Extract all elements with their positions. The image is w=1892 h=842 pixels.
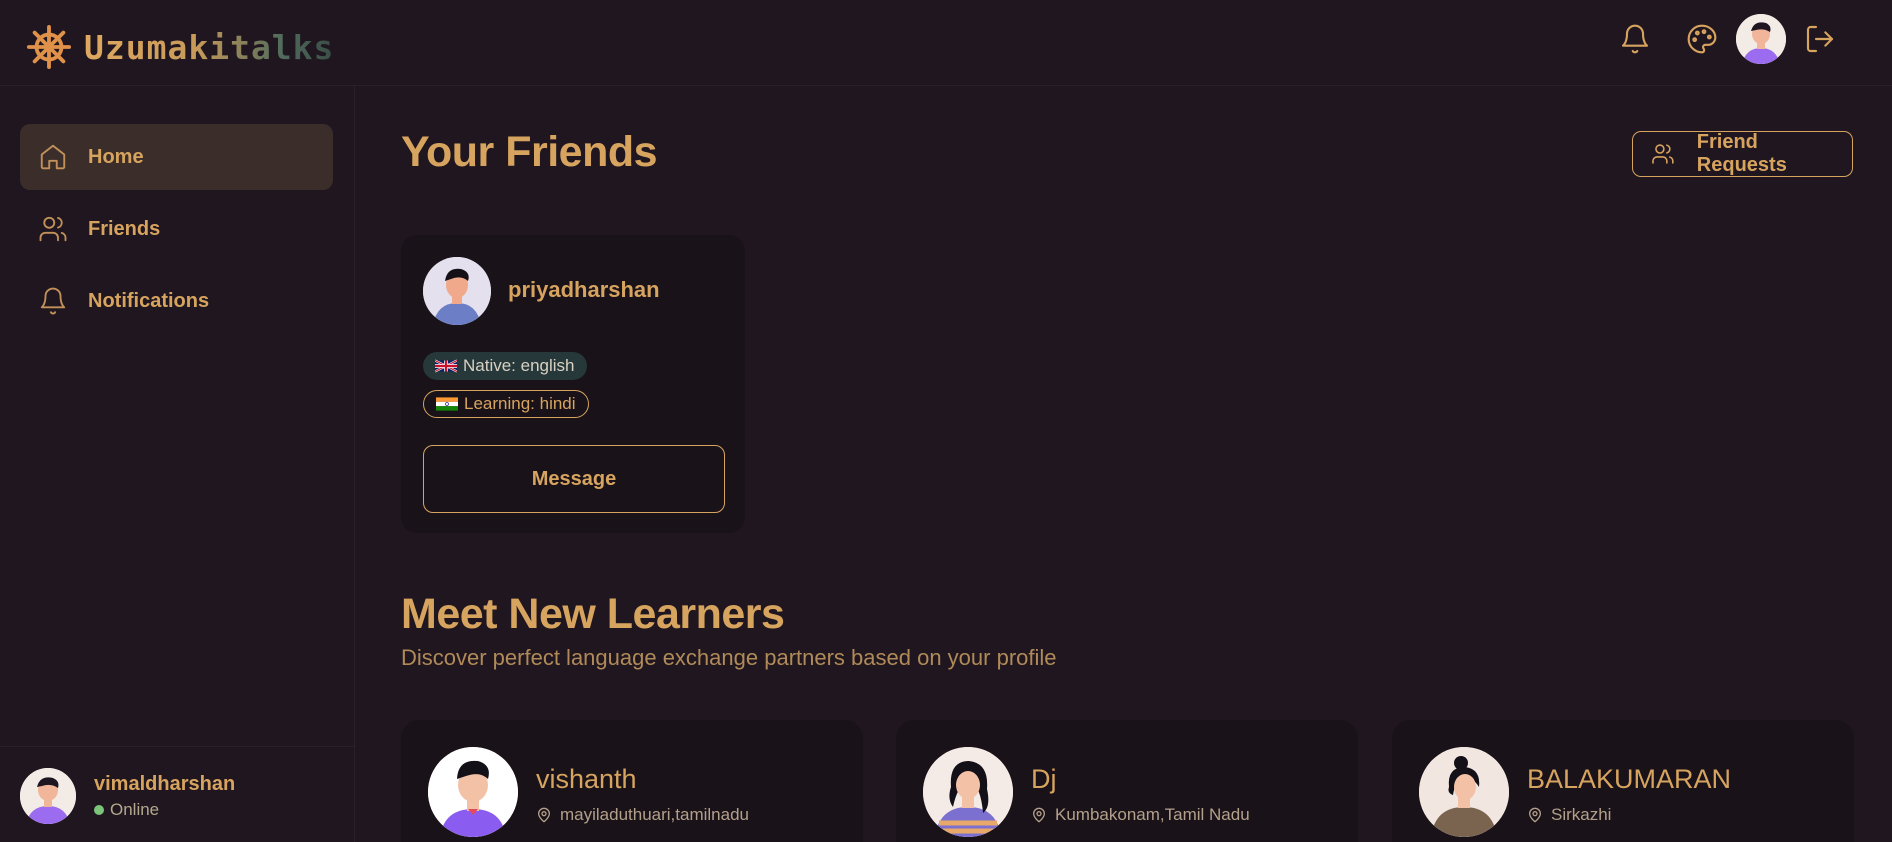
map-pin-icon [1529,807,1541,823]
users-icon [1652,144,1674,164]
user-name: vimaldharshan [94,772,236,795]
learners-title: Meet New Learners [401,590,785,638]
ship-wheel-icon [26,24,72,70]
logout-button[interactable] [1795,14,1845,64]
users-icon [39,216,67,242]
friend-requests-label: Friend Requests [1696,131,1787,176]
learner-card: BALAKUMARAN Sirkazhi [1392,720,1854,842]
avatar [20,768,76,824]
brand-name: Uzumakitalks [84,27,335,67]
learner-location: Sirkazhi [1527,805,1611,825]
brand[interactable]: Uzumakitalks [26,24,334,70]
bell-icon [40,287,66,315]
learners-subtitle: Discover perfect language exchange partn… [401,645,1057,670]
logout-icon [1806,25,1834,53]
bell-icon [1621,24,1649,54]
divider [0,746,355,747]
location-text: mayiladuthuari,tamilnadu [560,805,749,824]
map-pin-icon [1033,807,1045,823]
sidebar-item-label: Home [88,145,144,168]
top-bar: Uzumakitalks [0,0,1892,86]
sidebar-item-home[interactable]: Home [20,124,333,190]
online-indicator [94,804,104,815]
sidebar-item-label: Notifications [88,289,210,312]
current-user[interactable]: vimaldharshan Online [20,768,235,824]
palette-icon [1687,24,1717,54]
india-flag-icon [436,397,458,411]
learner-name: BALAKUMARAN [1527,764,1732,794]
user-status: Online [94,800,235,820]
learner-name: Dj [1031,764,1057,794]
avatar [423,257,491,325]
sidebar: Home Friends Notifications vimaldharshan… [0,86,355,842]
message-button[interactable]: Message [423,445,725,513]
map-pin-icon [538,807,550,823]
uk-flag-icon [435,359,457,373]
avatar[interactable] [1736,14,1786,64]
sidebar-item-label: Friends [88,217,161,240]
learner-card: Dj Kumbakonam,Tamil Nadu [896,720,1358,842]
home-icon [40,144,66,170]
notifications-bell-button[interactable] [1610,14,1660,64]
avatar [428,747,518,837]
location-text: Sirkazhi [1551,805,1612,824]
friend-name: priyadharshan [508,277,660,302]
sidebar-item-friends[interactable]: Friends [20,196,333,262]
friend-requests-button[interactable]: Friend Requests [1632,131,1853,177]
friends-title: Your Friends [401,128,658,176]
learner-card: vishanth mayiladuthuari,tamilnadu [401,720,863,842]
friend-card: priyadharshan Native: english Learning: … [401,235,745,533]
learner-location: mayiladuthuari,tamilnadu [536,805,749,825]
avatar [923,747,1013,837]
location-text: Kumbakonam,Tamil Nadu [1055,805,1250,824]
native-language-text: Native: english [463,356,575,375]
learner-location: Kumbakonam,Tamil Nadu [1031,805,1250,825]
avatar [1419,747,1509,837]
status-text: Online [110,799,160,819]
learning-language-text: Learning: hindi [464,394,576,413]
learner-name: vishanth [536,764,637,794]
sidebar-item-notifications[interactable]: Notifications [20,268,333,334]
learning-language-badge: Learning: hindi [423,390,589,418]
theme-palette-button[interactable] [1677,14,1727,64]
native-language-badge: Native: english [423,352,587,380]
